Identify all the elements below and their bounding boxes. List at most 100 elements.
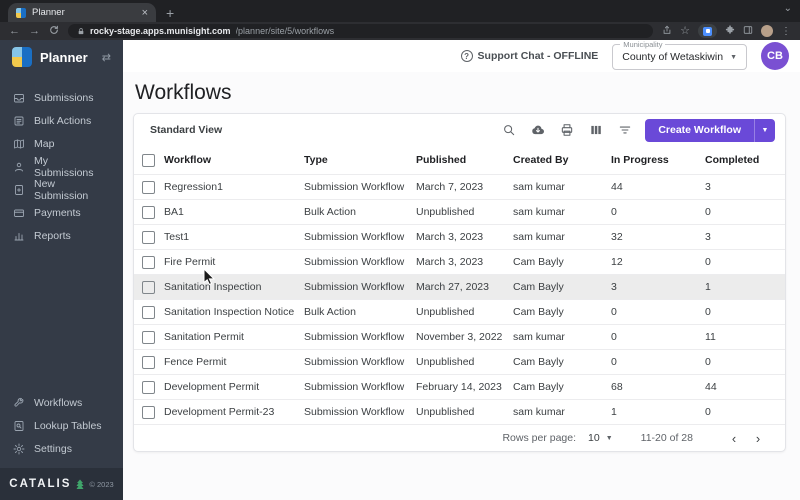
cell-type: Submission Workflow — [304, 331, 405, 343]
sidebar-item-bulk-actions[interactable]: Bulk Actions — [0, 109, 123, 132]
workflows-card: Standard View Create Workflow ▼ Workflow… — [133, 113, 786, 452]
table-row[interactable]: Fence Permit Submission Workflow Unpubli… — [134, 349, 785, 374]
back-icon[interactable]: ← — [9, 25, 20, 37]
column-header[interactable]: Workflow — [164, 154, 304, 166]
list-icon — [14, 116, 24, 125]
forward-icon[interactable]: → — [29, 25, 40, 37]
cell-workflow: Test1 — [164, 231, 190, 243]
table-row[interactable]: Sanitation Permit Submission Workflow No… — [134, 324, 785, 349]
sidebar-item-reports[interactable]: Reports — [0, 224, 123, 247]
help-icon: ? — [460, 50, 473, 62]
sidebar-item-label: My Submissions — [34, 154, 94, 179]
sidebar-item-my-submissions[interactable]: My Submissions — [0, 154, 123, 179]
extensions-puzzle-icon[interactable] — [725, 22, 735, 40]
pinned-extension[interactable] — [698, 24, 717, 38]
create-workflow-label: Create Workflow — [658, 124, 741, 136]
cell-type: Bulk Action — [304, 306, 356, 318]
select-all-checkbox[interactable] — [142, 153, 155, 167]
tab-search-chevron-icon[interactable]: ⌄ — [784, 3, 792, 14]
sidebar-item-label: Map — [34, 137, 55, 150]
sidebar-item-payments[interactable]: Payments — [0, 201, 123, 224]
refresh-icon[interactable] — [49, 25, 59, 38]
profile-avatar[interactable] — [761, 25, 773, 37]
print-icon[interactable] — [560, 123, 574, 137]
url-bar[interactable]: rocky-stage.apps.munisight.com /planner/… — [68, 24, 654, 38]
table-row[interactable]: Fire Permit Submission Workflow March 3,… — [134, 249, 785, 274]
cell-in-progress: 0 — [611, 356, 617, 368]
side-panel-icon[interactable] — [743, 22, 753, 40]
table-row[interactable]: Sanitation Inspection Notice Bulk Action… — [134, 299, 785, 324]
next-page-icon[interactable]: › — [749, 431, 767, 446]
row-checkbox[interactable] — [142, 305, 155, 319]
cell-in-progress: 1 — [611, 406, 617, 418]
rows-per-page-caret-icon[interactable]: ▼ — [606, 435, 613, 442]
sidebar-item-workflows[interactable]: Workflows — [0, 391, 123, 414]
new-tab-button[interactable]: + — [166, 6, 174, 20]
cell-workflow: Sanitation Inspection — [164, 281, 262, 293]
document-search-icon — [14, 420, 24, 431]
table-row[interactable]: Development Permit-23 Submission Workflo… — [134, 399, 785, 424]
sidebar-item-label: Submissions — [34, 91, 94, 104]
row-checkbox[interactable] — [142, 280, 155, 294]
column-header[interactable]: Published — [416, 154, 513, 166]
row-checkbox[interactable] — [142, 380, 155, 394]
sidebar-item-map[interactable]: Map — [0, 132, 123, 155]
gear-icon — [13, 443, 25, 454]
support-chat[interactable]: ? Support Chat - OFFLINE — [460, 50, 598, 62]
filter-icon[interactable] — [618, 123, 632, 137]
table-header-row: Workflow Type Published Created By In Pr… — [134, 146, 785, 174]
row-checkbox[interactable] — [142, 180, 155, 194]
cell-completed: 0 — [705, 206, 711, 218]
table-row[interactable]: Development Permit Submission Workflow F… — [134, 374, 785, 399]
cloud-download-icon[interactable] — [531, 123, 545, 137]
municipality-select[interactable]: Municipality County of Wetaskiwin ▼ — [612, 40, 747, 70]
table-row[interactable]: BA1 Bulk Action Unpublished sam kumar 0 … — [134, 199, 785, 224]
row-checkbox[interactable] — [142, 205, 155, 219]
cell-created-by: Cam Bayly — [513, 356, 564, 368]
cell-in-progress: 0 — [611, 306, 617, 318]
cell-type: Submission Workflow — [304, 406, 405, 418]
table-row[interactable]: Sanitation Inspection Submission Workflo… — [134, 274, 785, 299]
sidebar-item-submissions[interactable]: Submissions — [0, 86, 123, 109]
search-icon[interactable] — [502, 123, 516, 137]
rows-per-page-value[interactable]: 10 — [588, 432, 600, 444]
create-workflow-dropdown[interactable]: ▼ — [754, 118, 775, 142]
row-checkbox[interactable] — [142, 255, 155, 269]
catalis-brand: CATALIS — [9, 478, 72, 490]
view-selector[interactable]: Standard View — [150, 124, 487, 136]
cell-workflow: Regression1 — [164, 181, 223, 193]
cell-completed: 0 — [705, 256, 711, 268]
sidebar-item-settings[interactable]: Settings — [0, 437, 123, 460]
row-checkbox[interactable] — [142, 355, 155, 369]
bookmark-star-icon[interactable]: ☆ — [680, 25, 690, 37]
table-row[interactable]: Test1 Submission Workflow March 3, 2023 … — [134, 224, 785, 249]
browser-tab[interactable]: Planner × — [8, 3, 156, 22]
tab-close-icon[interactable]: × — [142, 7, 148, 19]
cell-type: Submission Workflow — [304, 356, 405, 368]
sidebar-item-label: New Submission — [34, 177, 89, 202]
collapse-sidebar-icon[interactable]: ⇄ — [102, 51, 111, 64]
sidebar-item-lookup-tables[interactable]: Lookup Tables — [0, 414, 123, 437]
row-checkbox[interactable] — [142, 405, 155, 419]
user-avatar[interactable]: CB — [761, 42, 789, 70]
column-header[interactable]: Created By — [513, 154, 611, 166]
table-row[interactable]: Regression1 Submission Workflow March 7,… — [134, 174, 785, 199]
cell-created-by: Cam Bayly — [513, 256, 564, 268]
column-header[interactable]: In Progress — [611, 154, 705, 166]
sidebar-item-new-submission[interactable]: New Submission — [0, 177, 123, 202]
share-icon[interactable] — [662, 22, 672, 40]
credit-card-icon — [14, 209, 24, 217]
browser-menu-icon[interactable]: ⋮ — [781, 26, 791, 37]
cell-created-by: sam kumar — [513, 231, 565, 243]
previous-page-icon[interactable]: ‹ — [725, 431, 743, 446]
cell-workflow: Development Permit-23 — [164, 406, 275, 418]
column-header[interactable]: Type — [304, 154, 416, 166]
column-header[interactable]: Completed — [705, 154, 777, 166]
row-checkbox[interactable] — [142, 330, 155, 344]
cell-workflow: Fence Permit — [164, 356, 227, 368]
cell-created-by: sam kumar — [513, 206, 565, 218]
row-checkbox[interactable] — [142, 230, 155, 244]
sidebar-nav: Submissions Bulk Actions Map My Submissi… — [0, 74, 123, 247]
create-workflow-button[interactable]: Create Workflow ▼ — [645, 118, 775, 142]
view-columns-icon[interactable] — [589, 123, 603, 137]
